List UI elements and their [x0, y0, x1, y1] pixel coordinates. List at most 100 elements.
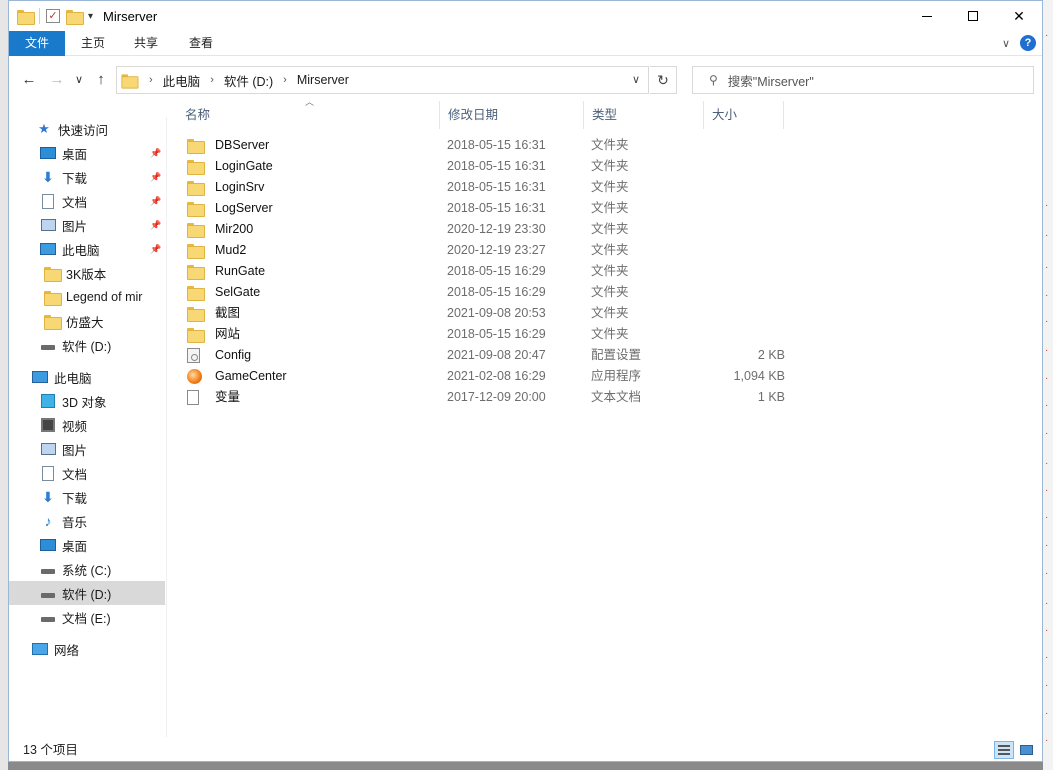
file-size: [711, 324, 785, 345]
recent-locations-icon[interactable]: ∨: [69, 70, 89, 90]
sidebar-item[interactable]: 3K版本: [9, 261, 165, 285]
sidebar-item[interactable]: 文档 (E:): [9, 605, 165, 629]
sidebar-item[interactable]: 此电脑 📌: [9, 237, 165, 261]
file-row[interactable]: LogServer 2018-05-15 16:31 文件夹: [177, 198, 797, 219]
file-row[interactable]: Mud2 2020-12-19 23:27 文件夹: [177, 240, 797, 261]
file-row[interactable]: 变量 2017-12-09 20:00 文本文档 1 KB: [177, 387, 797, 408]
desktop-background-left: [0, 0, 8, 770]
new-folder-icon[interactable]: [66, 9, 84, 25]
sidebar-item[interactable]: 软件 (D:): [9, 333, 165, 357]
sidebar-item[interactable]: 文档 📌: [9, 189, 165, 213]
column-size[interactable]: 大小: [704, 101, 784, 129]
file-date: 2018-05-15 16:31: [447, 201, 546, 215]
sidebar-item[interactable]: 图片: [9, 437, 165, 461]
file-row[interactable]: Mir200 2020-12-19 23:30 文件夹: [177, 219, 797, 240]
file-row[interactable]: SelGate 2018-05-15 16:29 文件夹: [177, 282, 797, 303]
background-text-fragment: ·: [1045, 428, 1049, 439]
chevron-right-icon[interactable]: ›: [283, 74, 287, 86]
file-row[interactable]: LoginGate 2018-05-15 16:31 文件夹: [177, 156, 797, 177]
breadcrumb-mirserver[interactable]: Mirserver: [297, 73, 349, 87]
background-text-fragment: ·: [1045, 652, 1049, 663]
title-bar: ✓ ▾ Mirserver ✕: [9, 1, 1042, 31]
sidebar-item-label: 系统 (C:): [62, 563, 112, 578]
forward-button[interactable]: →: [47, 70, 67, 90]
file-row[interactable]: DBServer 2018-05-15 16:31 文件夹: [177, 135, 797, 156]
background-text-fragment: ·: [1045, 680, 1049, 691]
expand-ribbon-icon[interactable]: ∨: [1002, 37, 1010, 50]
sidebar-item[interactable]: 桌面: [9, 533, 165, 557]
folder-icon: [187, 307, 205, 322]
search-icon: ⚲: [709, 73, 718, 87]
sidebar-item[interactable]: 视频: [9, 413, 165, 437]
sidebar-item[interactable]: ⬇ 下载: [9, 485, 165, 509]
minimize-button[interactable]: [904, 1, 950, 31]
file-type: 应用程序: [591, 369, 642, 383]
details-view-icon: [998, 745, 1010, 755]
file-type: 文件夹: [591, 159, 629, 173]
sidebar-item[interactable]: ⬇ 下载 📌: [9, 165, 165, 189]
sidebar-item[interactable]: 网络: [9, 637, 165, 661]
sidebar-item[interactable]: 文档: [9, 461, 165, 485]
file-row[interactable]: RunGate 2018-05-15 16:29 文件夹: [177, 261, 797, 282]
file-size: [711, 261, 785, 282]
file-type: 文件夹: [591, 243, 629, 257]
folder-icon: [187, 328, 205, 343]
file-row[interactable]: GameCenter 2021-02-08 16:29 应用程序 1,094 KB: [177, 366, 797, 387]
background-text-fragment: ·: [1045, 512, 1049, 523]
customize-toolbar-icon[interactable]: ▾: [88, 11, 93, 22]
sidebar-item[interactable]: 桌面 📌: [9, 141, 165, 165]
file-row[interactable]: LoginSrv 2018-05-15 16:31 文件夹: [177, 177, 797, 198]
properties-icon[interactable]: ✓: [46, 9, 60, 23]
chevron-right-icon[interactable]: ›: [210, 74, 214, 86]
file-date: 2020-12-19 23:30: [447, 222, 546, 236]
maximize-button[interactable]: [950, 1, 996, 31]
close-button[interactable]: ✕: [996, 1, 1042, 31]
sidebar-item[interactable]: 3D 对象: [9, 389, 165, 413]
large-icons-view-icon: [1019, 745, 1033, 755]
sidebar-item[interactable]: 软件 (D:): [9, 581, 165, 605]
details-view-button[interactable]: [994, 741, 1014, 759]
file-size: [711, 303, 785, 324]
breadcrumb-this-pc[interactable]: 此电脑: [163, 71, 201, 90]
tab-share[interactable]: 共享: [117, 31, 175, 56]
tab-file[interactable]: 文件: [9, 30, 65, 56]
tab-home[interactable]: 主页: [69, 31, 117, 56]
back-button[interactable]: ←: [19, 70, 39, 90]
sidebar-item[interactable]: 系统 (C:): [9, 557, 165, 581]
file-row[interactable]: 网站 2018-05-15 16:29 文件夹: [177, 324, 797, 345]
sidebar-item[interactable]: 此电脑: [9, 365, 165, 389]
computer-icon: [40, 243, 56, 255]
document-icon: [42, 465, 54, 481]
file-date: 2018-05-15 16:29: [447, 327, 546, 341]
background-text-fragment: ·: [1045, 458, 1049, 469]
file-row[interactable]: 截图 2021-09-08 20:53 文件夹: [177, 303, 797, 324]
breadcrumb-drive-d[interactable]: 软件 (D:): [224, 71, 273, 90]
file-size: [711, 135, 785, 156]
folder-icon: [187, 160, 205, 175]
file-type: 文件夹: [591, 222, 629, 236]
drive-icon: [41, 616, 55, 622]
sidebar-item[interactable]: ★ 快速访问: [9, 117, 165, 141]
large-icons-view-button[interactable]: [1016, 741, 1036, 759]
address-dropdown-icon[interactable]: ∨: [632, 73, 640, 86]
tab-view[interactable]: 查看: [175, 31, 227, 56]
pin-icon: 📌: [150, 219, 162, 230]
background-text-fragment: ·: [1045, 735, 1049, 746]
video-icon: [41, 418, 55, 432]
sidebar-item[interactable]: ♪ 音乐: [9, 509, 165, 533]
column-type[interactable]: 类型: [584, 101, 704, 129]
sidebar-item[interactable]: Legend of mir: [9, 285, 165, 309]
column-date[interactable]: 修改日期: [440, 101, 584, 129]
file-row[interactable]: Config 2021-09-08 20:47 配置设置 2 KB: [177, 345, 797, 366]
help-icon[interactable]: ?: [1020, 35, 1036, 51]
up-button[interactable]: ↑: [91, 70, 111, 90]
refresh-button[interactable]: ↻: [650, 66, 677, 94]
background-text-fragment: ·: [1045, 316, 1049, 327]
chevron-right-icon[interactable]: ›: [149, 74, 153, 86]
sidebar-item[interactable]: 图片 📌: [9, 213, 165, 237]
sidebar-item-label: 音乐: [62, 515, 88, 530]
sidebar-item[interactable]: 仿盛大: [9, 309, 165, 333]
search-input[interactable]: ⚲ 搜索"Mirserver": [692, 66, 1034, 94]
address-bar[interactable]: › 此电脑 › 软件 (D:) › Mirserver ∨: [116, 66, 649, 94]
column-name[interactable]: 名称: [177, 101, 440, 129]
